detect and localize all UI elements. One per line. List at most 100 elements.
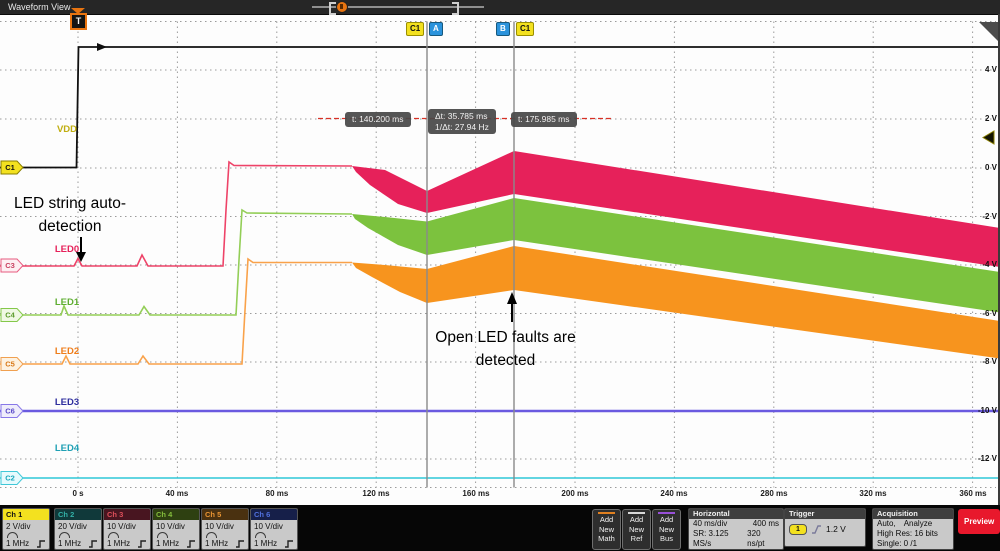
bottom-control-bar: Ch 1 2 V/div 1 MHz Ch 2 20 V/div 1 MHz C… [0, 505, 1000, 551]
led3-label: LED3 [44, 397, 90, 408]
x-tick: 40 ms [157, 489, 197, 498]
step-response-icon [88, 540, 98, 548]
delta-t: Δt: 35.785 ms [435, 111, 489, 122]
channel-badge-ch2[interactable]: Ch 2 20 V/div 1 MHz [54, 508, 102, 550]
acquisition-panel[interactable]: Acquisition Auto,Analyze High Res: 16 bi… [872, 508, 954, 550]
x-tick: 200 ms [555, 489, 595, 498]
y-tick: -6 V [967, 309, 997, 318]
preview-button[interactable]: Preview [958, 509, 1000, 534]
led2-label: LED2 [44, 346, 90, 357]
svg-text:C5: C5 [5, 360, 15, 369]
channel-badge-header[interactable]: Ch 2 [55, 509, 101, 520]
channel-badge-ch6[interactable]: Ch 6 10 V/div 1 MHz [250, 508, 298, 550]
channel-badge-ch5[interactable]: Ch 5 10 V/div 1 MHz [201, 508, 249, 550]
fault-arrow-icon [507, 292, 517, 322]
vdd-trace [0, 47, 1000, 168]
channel-bandwidth: 1 MHz [58, 539, 81, 548]
add-new-bus-button[interactable]: Add New Bus [652, 509, 681, 550]
channel-badge-header[interactable]: Ch 6 [251, 509, 297, 520]
y-tick: -12 V [967, 454, 997, 463]
trigger-panel[interactable]: Trigger 1 1.2 V [784, 508, 866, 547]
step-response-icon [284, 540, 294, 548]
add-new-math-button[interactable]: Add New Math [592, 509, 621, 550]
channel-scale: 10 V/div [104, 520, 150, 531]
sample-resolution: 320 ns/pt [747, 529, 779, 549]
fault-annotation: Open LED faults are detected [418, 326, 593, 372]
x-tick: 280 ms [754, 489, 794, 498]
led0-label: LED0 [44, 244, 90, 255]
y-tick: 4 V [967, 65, 997, 74]
auto-detect-annotation: LED string auto- detection [0, 192, 140, 238]
y-tick: 0 V [967, 163, 997, 172]
channel-bandwidth: 1 MHz [254, 539, 277, 548]
channel-bandwidth: 1 MHz [6, 539, 29, 548]
x-tick: 160 ms [456, 489, 496, 498]
trigger-panel-title: Trigger [785, 509, 865, 519]
cursor-b-readout[interactable]: t: 175.985 ms [511, 112, 577, 127]
add-new-ref-button[interactable]: Add New Ref [622, 509, 651, 550]
step-response-icon [186, 540, 196, 548]
channel-bandwidth: 1 MHz [107, 539, 130, 548]
cursor-b-badge[interactable]: B [496, 22, 510, 36]
inv-delta-t: 1/Δt: 27.94 Hz [435, 122, 489, 133]
horizontal-panel-title: Horizontal [689, 509, 783, 519]
channel-badge-header[interactable]: Ch 5 [202, 509, 248, 520]
led1-label: LED1 [44, 297, 90, 308]
channel-badge-header[interactable]: Ch 4 [153, 509, 199, 520]
svg-text:C6: C6 [5, 407, 15, 416]
x-tick: 320 ms [853, 489, 893, 498]
cursor-b-source-badge[interactable]: C1 [516, 22, 534, 36]
channel-badge-ch3[interactable]: Ch 3 10 V/div 1 MHz [103, 508, 151, 550]
svg-text:C2: C2 [5, 474, 15, 483]
horizontal-window: 400 ms [753, 519, 779, 529]
cursor-delta-readout[interactable]: Δt: 35.785 ms 1/Δt: 27.94 Hz [428, 109, 496, 134]
waveform-plot: C1 C3 C4 C5 C6 C2 [0, 14, 1000, 505]
acquisition-resolution: High Res: 16 bits [873, 529, 953, 539]
channel-scale: 10 V/div [202, 520, 248, 531]
ref-color-line [628, 512, 645, 514]
acquisition-mode: Auto, [877, 519, 896, 529]
channel-scale: 10 V/div [153, 520, 199, 531]
math-color-line [598, 512, 615, 514]
channel-badge-ch1[interactable]: Ch 1 2 V/div 1 MHz [2, 508, 50, 550]
trigger-level-arrow-icon[interactable] [983, 131, 994, 144]
bus-color-line [658, 512, 675, 514]
sample-rate: SR: 3.125 MS/s [693, 529, 747, 549]
step-response-icon [137, 540, 147, 548]
channel-scale: 20 V/div [55, 520, 101, 531]
trigger-position-marker[interactable]: T [70, 13, 87, 30]
channel-badge-header[interactable]: Ch 3 [104, 509, 150, 520]
cursor-a-source-badge[interactable]: C1 [406, 22, 424, 36]
oscilloscope-screen: Waveform View [0, 0, 1000, 551]
cursor-a-readout[interactable]: t: 140.200 ms [345, 112, 411, 127]
svg-text:C3: C3 [5, 261, 15, 270]
x-tick: 80 ms [257, 489, 297, 498]
window-title: Waveform View [8, 2, 71, 12]
y-tick: -2 V [967, 212, 997, 221]
channel-bandwidth: 1 MHz [156, 539, 179, 548]
y-tick: -8 V [967, 357, 997, 366]
horizontal-panel[interactable]: Horizontal 40 ms/div400 ms SR: 3.125 MS/… [688, 508, 784, 550]
y-tick: -10 V [967, 406, 997, 415]
record-length: RL: 1.25 Mpts [693, 548, 743, 550]
vdd-label: VDD [44, 124, 90, 135]
horizontal-position: 7.5% [761, 548, 779, 550]
channel-bandwidth: 1 MHz [205, 539, 228, 548]
channel-scale: 2 V/div [3, 520, 49, 531]
cursor-a-badge[interactable]: A [429, 22, 443, 36]
x-tick: 360 ms [953, 489, 993, 498]
zoom-corner-icon[interactable] [979, 22, 1000, 43]
vdd-marker-arrow-icon [97, 43, 107, 51]
y-tick: 2 V [967, 114, 997, 123]
trigger-level: 1.2 V [826, 525, 846, 535]
acquisition-panel-title: Acquisition [873, 509, 953, 519]
channel-badge-header[interactable]: Ch 1 [3, 509, 49, 520]
channel-badge-ch4[interactable]: Ch 4 10 V/div 1 MHz [152, 508, 200, 550]
acquisition-single: Single: 0 /1 [873, 539, 953, 549]
svg-text:C1: C1 [5, 163, 15, 172]
step-response-icon [36, 540, 46, 548]
x-tick: 240 ms [654, 489, 694, 498]
pan-knob-icon[interactable] [336, 1, 348, 13]
title-bar: Waveform View [0, 0, 1000, 15]
trigger-slope-icon [810, 524, 823, 535]
